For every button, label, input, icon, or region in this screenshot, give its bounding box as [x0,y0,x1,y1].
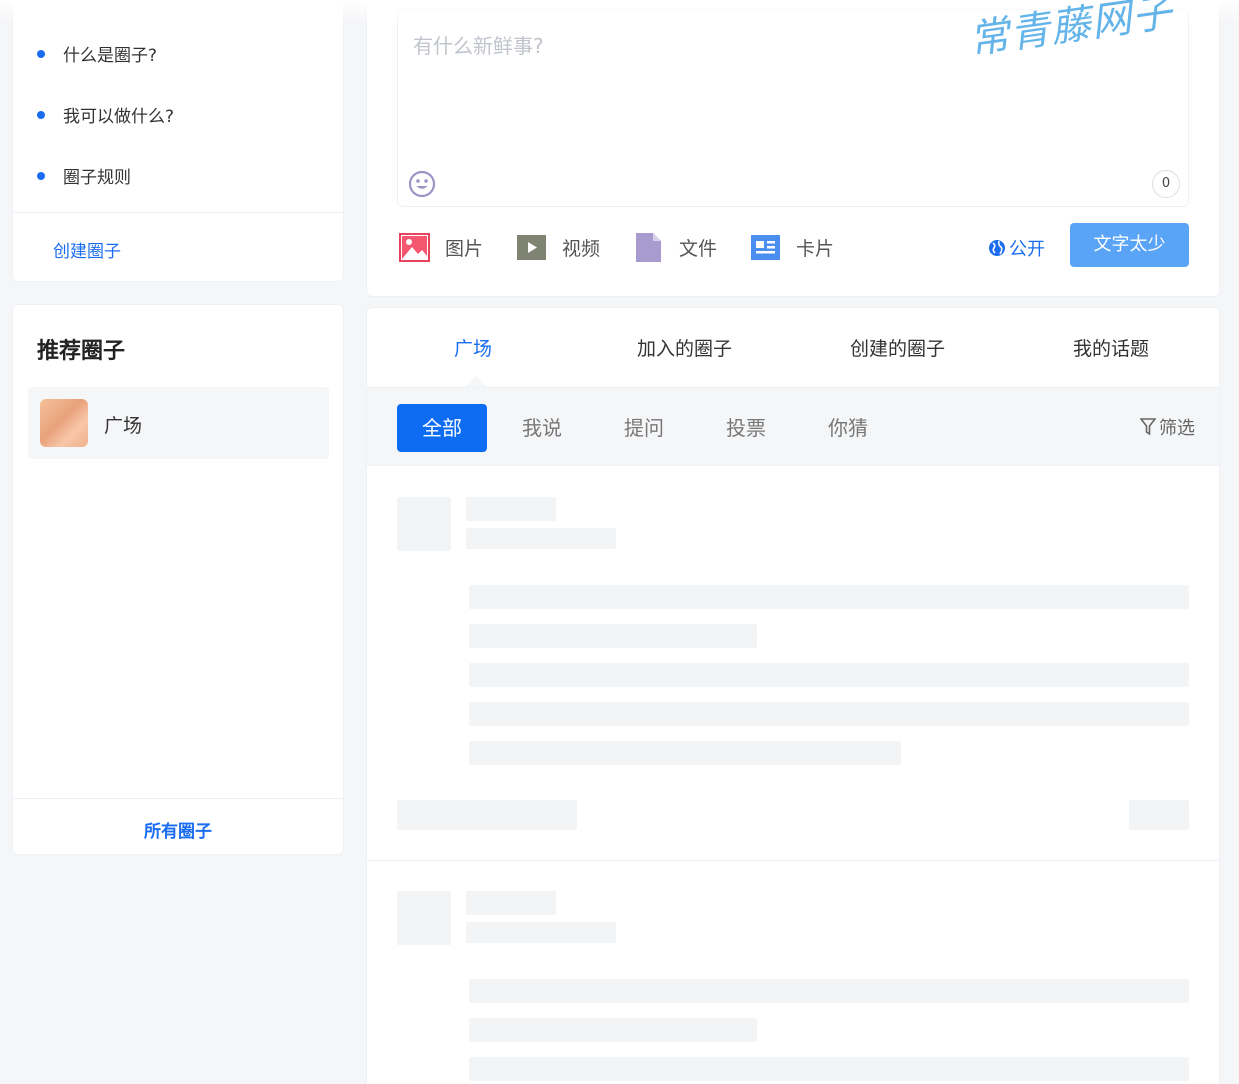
create-circle-link[interactable]: 创建圈子 [53,237,121,262]
insert-file-button[interactable]: 文件 [633,232,717,263]
char-count-badge: 0 [1152,170,1180,198]
divider [367,860,1219,861]
feed-card: 广场 加入的圈子 创建的圈子 我的话题 全部 我说 提问 投票 你猜 筛选 [366,307,1220,1084]
visibility-selector[interactable]: 公开 [988,235,1045,261]
skeleton-line [466,528,616,549]
visibility-label: 公开 [1009,239,1045,260]
funnel-icon [1140,418,1156,436]
filter-button-label: 筛选 [1159,418,1195,439]
skeleton-line [469,663,1189,687]
skeleton-line [469,585,1189,609]
circle-avatar [40,399,88,447]
skeleton-avatar [397,891,451,945]
help-item-label: 什么是圈子? [63,46,158,66]
help-item-label: 我可以做什么? [63,107,175,127]
active-tab-indicator [465,376,487,387]
skeleton-line [466,922,616,943]
card-icon [751,235,780,260]
tool-label: 视频 [562,238,601,260]
filter-button[interactable]: 筛选 [1140,414,1195,440]
bullet-dot [37,110,45,119]
help-card: 什么是圈子? 我可以做什么? 圈子规则 创建圈子 [12,0,344,282]
skeleton-line [397,800,577,830]
recommended-title: 推荐圈子 [37,339,126,364]
feed-tabs: 广场 加入的圈子 创建的圈子 我的话题 [367,308,1219,387]
bullet-dot [37,171,45,180]
help-item-label: 圈子规则 [63,168,131,188]
skeleton-line [469,624,757,648]
recommended-circles-card: 推荐圈子 广场 所有圈子 [12,304,344,855]
skeleton-avatar [397,497,451,551]
filter-guess[interactable]: 你猜 [828,404,868,452]
bullet-dot [37,49,45,58]
skeleton-line [469,741,901,765]
recommended-circle-item[interactable]: 广场 [28,387,329,459]
file-icon [636,233,661,262]
post-placeholder: 有什么新鲜事? [413,34,544,58]
publish-button[interactable]: 文字太少 [1070,223,1189,267]
skeleton-line [469,979,1189,1003]
filter-question[interactable]: 提问 [624,404,664,452]
insert-card-button[interactable]: 卡片 [750,232,834,263]
skeleton-line [1129,800,1189,830]
divider [13,798,343,799]
image-icon [399,233,430,262]
help-item-what-is-circle[interactable]: 什么是圈子? [37,41,157,66]
filter-bar: 全部 我说 提问 投票 你猜 筛选 [367,387,1219,466]
insert-image-button[interactable]: 图片 [399,232,483,263]
skeleton-line [469,1057,1189,1081]
all-circles-link[interactable]: 所有圈子 [13,817,343,842]
insert-video-button[interactable]: 视频 [516,232,600,263]
circle-name: 广场 [104,415,143,437]
skeleton-line [469,702,1189,726]
help-item-rules[interactable]: 圈子规则 [37,163,131,188]
tab-created-circles[interactable]: 创建的圈子 [850,334,945,361]
help-item-what-can-i-do[interactable]: 我可以做什么? [37,102,174,127]
tab-joined-circles[interactable]: 加入的圈子 [637,334,732,361]
skeleton-line [466,497,556,521]
tab-my-topics[interactable]: 我的话题 [1073,334,1149,361]
globe-icon [989,240,1005,256]
tool-label: 文件 [679,238,718,260]
filter-all[interactable]: 全部 [397,404,487,452]
divider [13,212,343,213]
tab-square[interactable]: 广场 [454,334,492,361]
filter-vote[interactable]: 投票 [726,404,766,452]
tool-label: 卡片 [796,238,835,260]
filter-say[interactable]: 我说 [522,404,562,452]
skeleton-line [469,1018,757,1042]
tool-label: 图片 [445,238,484,260]
skeleton-line [466,891,556,915]
video-icon [517,235,546,260]
emoji-icon[interactable] [408,170,436,198]
